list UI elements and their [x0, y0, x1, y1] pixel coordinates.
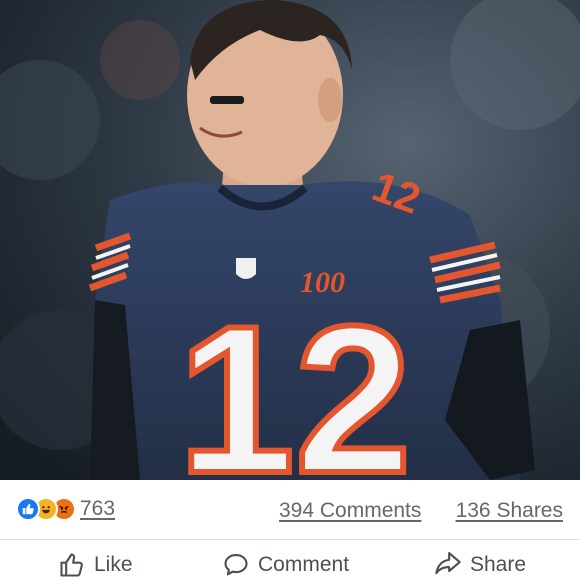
- post-photo[interactable]: 12 100 12: [0, 0, 580, 480]
- svg-text:12: 12: [178, 282, 412, 480]
- comment-label: Comment: [258, 553, 350, 576]
- post-action-bar: Like Comment Share: [0, 541, 580, 580]
- share-label: Share: [470, 553, 527, 576]
- reaction-count[interactable]: 763: [80, 497, 115, 521]
- thumbs-up-icon: [60, 553, 83, 577]
- comment-button[interactable]: Comment: [222, 551, 349, 579]
- like-button[interactable]: Like: [58, 551, 133, 579]
- post-stats-bar: 763 394 Comments 136 Shares: [0, 480, 580, 540]
- like-label: Like: [94, 553, 133, 576]
- reactions-summary[interactable]: 763: [16, 497, 115, 521]
- comment-bubble-icon: [224, 554, 248, 576]
- comments-count-link[interactable]: 394 Comments: [279, 499, 421, 523]
- player-photo-illustration: 12 100 12: [0, 0, 580, 480]
- shares-count-link[interactable]: 136 Shares: [456, 499, 563, 523]
- share-arrow-icon: [435, 552, 461, 575]
- share-button[interactable]: Share: [434, 551, 526, 579]
- like-reaction-icon: [16, 497, 40, 521]
